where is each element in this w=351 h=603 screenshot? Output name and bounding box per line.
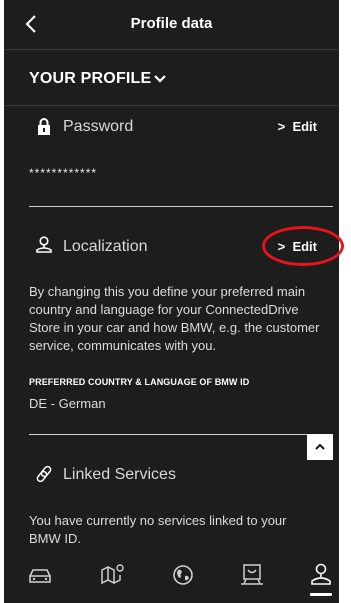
- localization-description: By changing this you define your preferr…: [29, 284, 320, 353]
- password-edit-label: Edit: [292, 119, 317, 134]
- page-title: Profile data: [130, 15, 213, 32]
- car-icon: [29, 569, 51, 583]
- nav-profile[interactable]: [307, 561, 335, 589]
- app-screen: Profile data YOUR PROFILE Password > Edi…: [4, 0, 339, 603]
- nav-store[interactable]: [238, 561, 266, 589]
- password-masked-value: ************: [29, 166, 98, 180]
- collapse-button[interactable]: [307, 434, 333, 460]
- globe-icon: [173, 565, 193, 585]
- top-bar: Profile data: [4, 0, 339, 50]
- nav-map[interactable]: [99, 561, 127, 589]
- profile-section-label: YOUR PROFILE: [29, 70, 152, 87]
- profile-section-toggle[interactable]: YOUR PROFILE: [4, 50, 339, 106]
- chevron-down-icon: [154, 75, 166, 83]
- link-icon: [36, 465, 52, 483]
- chevron-up-icon: [315, 443, 325, 450]
- password-edit-button[interactable]: > Edit: [278, 119, 317, 134]
- highlight-circle: [262, 226, 344, 266]
- password-row: Password > Edit: [4, 112, 339, 142]
- profile-icon: [311, 563, 331, 585]
- nav-globe[interactable]: [169, 561, 197, 589]
- preference-label: PREFERRED COUNTRY & LANGUAGE OF BMW ID: [29, 377, 250, 387]
- preference-value: DE - German: [29, 396, 106, 411]
- password-label: Password: [63, 118, 134, 135]
- lock-icon: [38, 118, 50, 135]
- map-icon: [101, 564, 124, 585]
- bottom-navigation: [4, 553, 339, 603]
- store-icon: [241, 564, 263, 585]
- location-person-icon: [36, 236, 52, 253]
- linked-services-description: You have currently no services linked to…: [29, 513, 287, 546]
- linked-services-row: Linked Services: [4, 460, 339, 490]
- divider: [29, 434, 307, 435]
- nav-car[interactable]: [26, 561, 54, 589]
- divider: [29, 206, 333, 207]
- linked-services-label: Linked Services: [63, 466, 176, 483]
- localization-label: Localization: [63, 238, 148, 255]
- active-tab-indicator: [310, 593, 332, 596]
